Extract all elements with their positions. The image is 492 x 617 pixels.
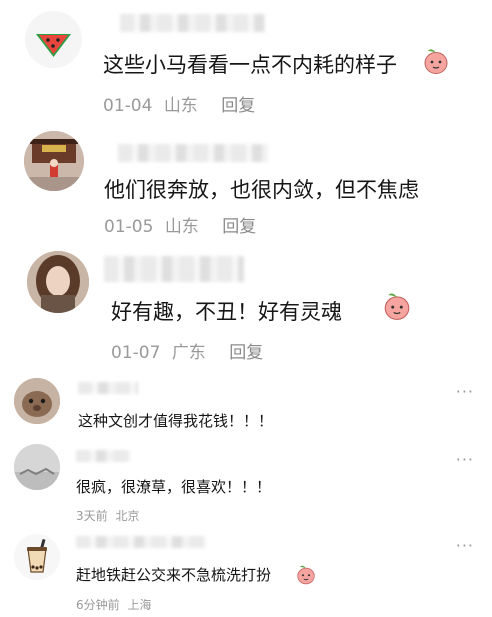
comment-location: 山东 — [163, 96, 198, 116]
comment-item-6: ··· 赶地铁赶公交来不急梳洗打扮 6分钟前 上海 — [0, 526, 492, 617]
comment-meta: 01-05 山东 回复 — [104, 212, 256, 237]
comment-meta: 3天前 北京 — [76, 507, 139, 524]
peach-emoji-icon — [424, 49, 448, 74]
comment-item-1: 这些小马看看一点不内耗的样子 01-04 山东 回复 — [0, 0, 492, 120]
comment-item-3: 好有趣，不丑！好有灵魂 01-07 广东 回复 — [0, 240, 492, 368]
comment-location: 上海 — [127, 598, 152, 612]
more-options-button[interactable]: ··· — [456, 384, 474, 400]
landscape-photo[interactable] — [14, 444, 60, 490]
comment-location: 广东 — [171, 343, 206, 363]
comment-item-4: ··· 这种文创才值得我花钱！！！ — [0, 370, 492, 440]
comment-time: 6分钟前 — [76, 598, 120, 612]
comment-location: 北京 — [115, 509, 140, 523]
comment-text: 这种文创才值得我花钱！！！ — [78, 412, 274, 430]
comment-meta: 6分钟前 上海 — [76, 596, 151, 613]
comment-text: 好有趣，不丑！好有灵魂 — [111, 300, 342, 324]
comment-date: 01-07 — [111, 343, 161, 363]
username-blurred[interactable] — [120, 14, 265, 32]
comment-date: 01-04 — [103, 96, 153, 116]
bubble-tea-icon[interactable] — [14, 534, 60, 580]
animal-photo[interactable] — [14, 378, 60, 424]
peach-emoji-icon — [384, 293, 410, 320]
more-options-button[interactable]: ··· — [456, 452, 474, 468]
username-blurred[interactable] — [104, 256, 244, 282]
comment-time: 3天前 — [76, 509, 108, 523]
username-blurred[interactable] — [78, 382, 138, 394]
temple-photo[interactable] — [24, 131, 84, 191]
comment-text: 很疯，很潦草，很喜欢！！！ — [76, 478, 272, 496]
watermelon-icon[interactable] — [25, 11, 82, 68]
reply-button[interactable]: 回复 — [222, 212, 256, 237]
woman-photo[interactable] — [27, 251, 89, 313]
comment-text: 他们很奔放，也很内敛，但不焦虑 — [104, 178, 419, 202]
comment-meta: 01-04 山东 回复 — [103, 91, 255, 116]
comment-date: 01-05 — [104, 217, 154, 237]
peach-emoji-icon — [297, 565, 315, 585]
username-blurred[interactable] — [118, 144, 268, 162]
comment-meta: 01-07 广东 回复 — [111, 338, 263, 363]
comment-text: 这些小马看看一点不内耗的样子 — [103, 53, 397, 77]
more-options-button[interactable]: ··· — [456, 538, 474, 554]
comment-text: 赶地铁赶公交来不急梳洗打扮 — [76, 566, 272, 584]
comment-item-2: 他们很奔放，也很内敛，但不焦虑 01-05 山东 回复 — [0, 120, 492, 240]
reply-button[interactable]: 回复 — [221, 91, 255, 116]
comment-location: 山东 — [164, 217, 199, 237]
username-blurred[interactable] — [76, 536, 206, 548]
comment-item-5: ··· 很疯，很潦草，很喜欢！！！ 3天前 北京 — [0, 440, 492, 530]
reply-button[interactable]: 回复 — [229, 338, 263, 363]
username-blurred[interactable] — [76, 450, 131, 462]
